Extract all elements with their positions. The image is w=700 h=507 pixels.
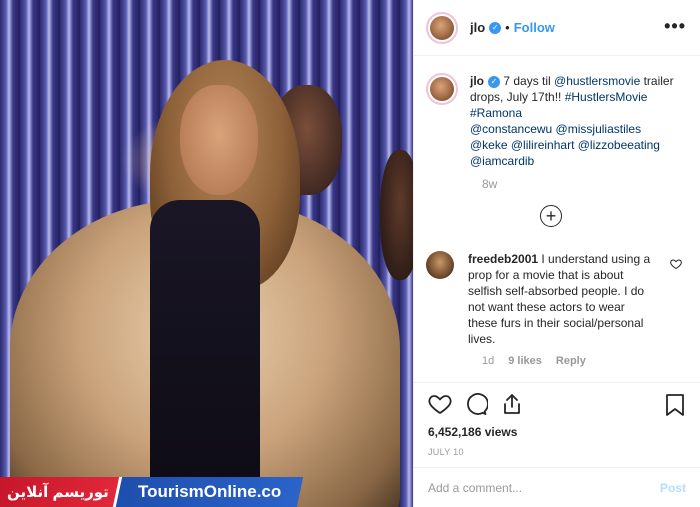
mention-link[interactable]: @constancewu @missjuliastiles (470, 122, 641, 136)
post-date: JULY 10 (428, 447, 464, 457)
reply-button[interactable]: Reply (556, 355, 586, 367)
add-comment-input[interactable] (428, 480, 660, 495)
caption: jlo ✓ 7 days til @hustlersmovie trailer d… (426, 73, 688, 169)
post-button[interactable]: Post (660, 481, 686, 495)
caption-avatar[interactable] (426, 73, 458, 105)
background-person (380, 150, 413, 280)
heart-icon[interactable] (428, 392, 452, 416)
face (180, 85, 258, 195)
mention-link[interactable]: @keke @lilireinhart @lizzobeeating (470, 138, 660, 152)
verified-badge-icon: ✓ (489, 21, 502, 34)
watermark: توریسم آنلاین TourismOnline.co (0, 477, 304, 507)
post-actions: 6,452,186 views JULY 10 (414, 382, 700, 457)
comment-time: 1d (482, 355, 495, 367)
heart-icon[interactable] (670, 257, 682, 275)
load-more-comments-button[interactable]: + (540, 205, 562, 227)
more-options-icon[interactable]: ••• (664, 16, 686, 37)
comment-meta: 1d 9 likes Reply (482, 355, 688, 367)
comment-likes[interactable]: 9 likes (508, 355, 542, 367)
dress (150, 200, 260, 507)
header-username[interactable]: jlo (470, 20, 485, 35)
post-panel: jlo ✓ • Follow ••• jlo ✓ 7 days til @hust… (413, 0, 700, 507)
bookmark-icon[interactable] (664, 393, 686, 422)
watermark-fa: توریسم آنلاین (0, 477, 123, 507)
comments-section[interactable]: jlo ✓ 7 days til @hustlersmovie trailer d… (414, 57, 700, 381)
comment: freedeb2001 I understand using a prop fo… (426, 251, 688, 347)
share-icon[interactable] (500, 392, 524, 416)
caption-time: 8w (482, 177, 498, 191)
avatar[interactable] (426, 11, 458, 44)
verified-badge-icon: ✓ (488, 75, 500, 88)
hashtag-link[interactable]: #HustlersMovie (565, 90, 648, 104)
comment-icon[interactable] (464, 392, 488, 416)
mention-link[interactable]: @iamcardib (470, 154, 534, 168)
add-comment-bar: Post (414, 467, 700, 507)
follow-button[interactable]: Follow (514, 20, 555, 35)
comment-avatar[interactable] (426, 251, 454, 279)
view-count[interactable]: 6,452,186 views (428, 425, 686, 439)
separator-dot: • (505, 20, 510, 35)
caption-username[interactable]: jlo (470, 74, 484, 88)
comment-text: freedeb2001 I understand using a prop fo… (468, 252, 651, 346)
action-icons (428, 383, 686, 425)
post-media[interactable]: توریسم آنلاین TourismOnline.co (0, 0, 413, 507)
watermark-en: TourismOnline.co (115, 477, 304, 507)
comment-username[interactable]: freedeb2001 (468, 252, 538, 266)
mention-link[interactable]: @hustlersmovie (554, 74, 640, 88)
caption-text: jlo ✓ 7 days til @hustlersmovie trailer d… (470, 74, 674, 168)
post-header: jlo ✓ • Follow ••• (414, 0, 700, 56)
hashtag-link[interactable]: #Ramona (470, 106, 522, 120)
